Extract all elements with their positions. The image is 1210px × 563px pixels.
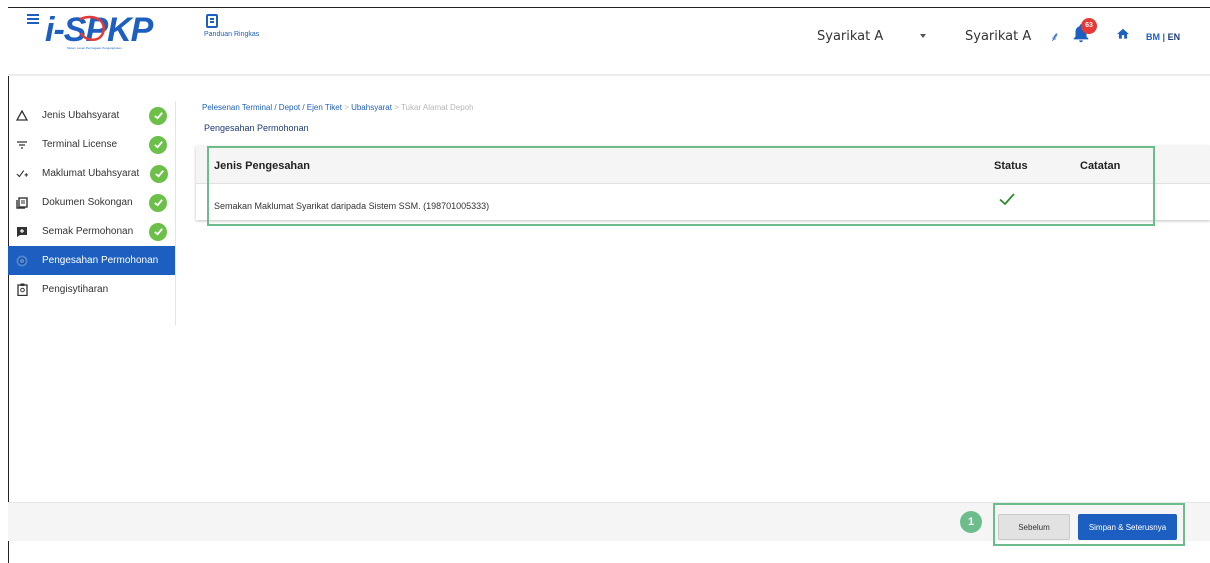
- breadcrumb-section[interactable]: Ubahsyarat: [351, 103, 392, 112]
- check-circle-icon: [150, 164, 168, 183]
- accessibility-icon[interactable]: ⸙: [1050, 27, 1060, 45]
- language-switch: BM | EN: [1146, 32, 1180, 42]
- lang-en[interactable]: EN: [1168, 32, 1181, 42]
- breadcrumb-separator: >: [341, 103, 352, 112]
- document-icon: [16, 196, 28, 209]
- company-name: Syarikat A: [965, 29, 1032, 44]
- sidebar-item-pengisytiharan[interactable]: Pengisytiharan: [8, 275, 175, 304]
- sidebar-item-label: Jenis Ubahsyarat: [42, 110, 120, 121]
- logo-text: i-SPKP: [45, 11, 154, 49]
- app-frame: [8, 7, 1210, 563]
- step-sidebar: Jenis Ubahsyarat Terminal License Maklum…: [8, 101, 176, 325]
- company-select[interactable]: Syarikat A: [817, 29, 883, 44]
- quick-guide-label: Panduan Ringkas: [204, 31, 260, 38]
- review-icon: [16, 226, 28, 238]
- sidebar-item-label: Dokumen Sokongan: [42, 197, 133, 208]
- check-circle-icon: [149, 135, 167, 154]
- sidebar-item-label: Pengesahan Permohonan: [42, 255, 159, 266]
- sidebar-item-semak-permohonan[interactable]: Semak Permohonan: [8, 217, 175, 246]
- check-circle-icon: [149, 222, 167, 241]
- menu-icon[interactable]: [27, 14, 39, 24]
- logo-subtitle: Sistem Lesen Perniagaan Pengangkutan: [67, 46, 122, 50]
- check-circle-icon: [149, 193, 167, 212]
- filter-icon: [16, 139, 28, 151]
- notification-badge: 63: [1081, 18, 1097, 34]
- check-plus-icon: [16, 168, 28, 180]
- sidebar-item-dokumen-sokongan[interactable]: Dokumen Sokongan: [8, 188, 175, 217]
- sidebar-item-jenis-ubahsyarat[interactable]: Jenis Ubahsyarat: [8, 101, 175, 130]
- check-circle-icon: [149, 106, 167, 125]
- previous-button[interactable]: Sebelum: [998, 514, 1070, 540]
- sidebar-item-terminal-license[interactable]: Terminal License: [8, 130, 175, 159]
- sidebar-item-label: Pengisytiharan: [42, 284, 109, 295]
- breadcrumb: Pelesenan Terminal / Depot / Ejen Tiket …: [202, 103, 474, 112]
- clipboard-icon: [16, 283, 28, 296]
- home-icon[interactable]: [1116, 27, 1130, 41]
- breadcrumb-separator: >: [391, 103, 401, 112]
- quick-guide-link[interactable]: Panduan Ringkas: [204, 14, 264, 38]
- ispkp-logo[interactable]: i-SPKP Sistem Lesen Perniagaan Pengangku…: [45, 11, 185, 51]
- breadcrumb-current: Tukar Alamat Depoh: [400, 103, 474, 112]
- sidebar-item-label: Semak Permohonan: [42, 226, 134, 237]
- breadcrumb-path[interactable]: Pelesenan Terminal / Depot / Ejen Tiket: [202, 103, 342, 112]
- save-next-button[interactable]: Simpan & Seterusnya: [1078, 514, 1177, 540]
- book-icon: [206, 14, 218, 28]
- table-highlight-box: [207, 146, 1155, 226]
- step-number-badge: 1: [960, 511, 982, 533]
- sidebar-item-label: Terminal License: [42, 139, 118, 150]
- lang-bm[interactable]: BM: [1146, 32, 1160, 42]
- caret-down-icon[interactable]: [920, 34, 926, 38]
- sidebar-item-maklumat-ubahsyarat[interactable]: Maklumat Ubahsyarat: [8, 159, 175, 188]
- triangle-icon: [16, 110, 28, 122]
- page-title: Pengesahan Permohonan: [204, 123, 309, 133]
- sidebar-item-pengesahan-permohonan[interactable]: Pengesahan Permohonan: [8, 246, 175, 275]
- sidebar-item-label: Maklumat Ubahsyarat: [42, 168, 140, 179]
- verify-icon: [16, 255, 28, 267]
- lang-separator: |: [1162, 32, 1166, 42]
